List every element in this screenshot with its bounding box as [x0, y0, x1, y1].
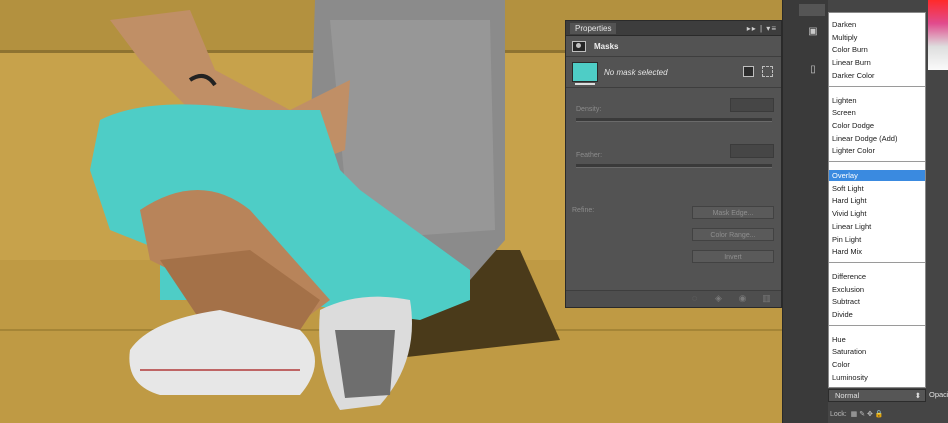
menu-separator	[829, 161, 925, 162]
blend-mode-option[interactable]: Lighter Color	[829, 145, 925, 156]
blend-mode-option[interactable]: Difference	[829, 271, 925, 282]
blend-mode-option[interactable]: Pin Light	[829, 234, 925, 245]
blend-mode-option[interactable]: Color Burn	[829, 44, 925, 55]
masks-section-label: Masks	[594, 41, 619, 51]
blend-mode-value: Normal	[835, 391, 860, 400]
vector-mask-icon[interactable]	[762, 66, 773, 77]
mask-status-text: No mask selected	[604, 67, 668, 77]
blend-mode-option[interactable]: Linear Light	[829, 221, 925, 232]
blend-mode-option[interactable]: Hard Mix	[829, 246, 925, 257]
blend-mode-option[interactable]: Hard Light	[829, 195, 925, 206]
blend-mode-option[interactable]: Lighten	[829, 95, 925, 106]
info-icon[interactable]: ▯	[805, 64, 821, 78]
properties-titlebar: Properties ▸▸ | ▾≡	[566, 21, 781, 36]
blend-mode-option[interactable]: Subtract	[829, 296, 925, 307]
blend-mode-option[interactable]: Screen	[829, 107, 925, 118]
blend-mode-option[interactable]: Multiply	[829, 32, 925, 43]
blend-mode-option[interactable]: Luminosity	[829, 372, 925, 383]
mask-edge-button[interactable]: Mask Edge...	[692, 206, 774, 219]
blend-mode-option[interactable]: Exclusion	[829, 284, 925, 295]
density-field: Density:	[566, 88, 781, 134]
selection-icon[interactable]: ◌	[690, 294, 699, 303]
apply-mask-icon[interactable]: ◈	[714, 294, 723, 303]
pixel-mask-icon[interactable]	[743, 66, 754, 77]
blend-mode-select[interactable]: Normal ⬍	[828, 389, 926, 402]
feather-field: Feather:	[566, 134, 781, 180]
blend-mode-option[interactable]: Darker Color	[829, 70, 925, 81]
blend-mode-menu[interactable]: Darken Multiply Color Burn Linear Burn Darke…	[828, 12, 926, 388]
adjustments-icon[interactable]: ▣	[805, 26, 821, 40]
feather-label: Feather:	[576, 152, 603, 159]
menu-separator	[829, 85, 925, 87]
lock-label: Lock:	[830, 411, 847, 418]
density-slider[interactable]	[576, 118, 772, 122]
density-input[interactable]	[730, 98, 774, 112]
mask-status-row: No mask selected	[566, 57, 781, 88]
blend-mode-option[interactable]: Soft Light	[829, 183, 925, 194]
blend-mode-option[interactable]: Color Dodge	[829, 120, 925, 131]
blend-mode-option[interactable]: Divide	[829, 309, 925, 320]
menu-separator	[829, 261, 925, 263]
chevron-updown-icon: ⬍	[914, 391, 921, 400]
feather-slider[interactable]	[576, 164, 772, 168]
feather-input[interactable]	[730, 144, 774, 158]
locks-row: Lock: ▦ ✎ ✥ 🔒	[830, 410, 884, 418]
masks-header: Masks	[566, 36, 781, 57]
blend-mode-option[interactable]: Linear Dodge (Add)	[829, 133, 925, 144]
properties-footer: ◌ ◈ ◉ ▥	[566, 290, 781, 307]
properties-panel: Properties ▸▸ | ▾≡ Masks No mask selecte…	[565, 20, 782, 308]
color-range-button[interactable]: Color Range...	[692, 228, 774, 241]
refine-label: Refine:	[572, 207, 595, 214]
lock-icons[interactable]: ▦ ✎ ✥ 🔒	[849, 411, 884, 418]
toggle-mask-icon[interactable]: ◉	[738, 294, 747, 303]
blend-mode-option[interactable]: Color	[829, 359, 925, 370]
menu-separator	[829, 324, 925, 326]
blend-mode-option[interactable]: Overlay	[829, 170, 925, 181]
density-label: Density:	[576, 106, 602, 113]
properties-tab[interactable]: Properties	[570, 22, 617, 34]
dock-collapse[interactable]	[799, 4, 825, 16]
panel-menu-icon[interactable]: ▸▸ | ▾≡	[747, 24, 777, 33]
blend-mode-option[interactable]: Hue	[829, 334, 925, 345]
opacity-label: Opacity	[929, 390, 948, 399]
blend-mode-option[interactable]: Saturation	[829, 346, 925, 357]
mask-color-swatch[interactable]	[572, 62, 598, 85]
blend-mode-option[interactable]: Linear Burn	[829, 57, 925, 68]
swatches-strip[interactable]	[928, 0, 948, 70]
invert-button[interactable]: Invert	[692, 250, 774, 263]
blend-mode-option[interactable]: Darken	[829, 19, 925, 30]
blend-mode-option[interactable]: Vivid Light	[829, 208, 925, 219]
trash-icon[interactable]: ▥	[762, 294, 771, 303]
mask-icon	[572, 40, 586, 52]
panel-dock: ▣ ▯	[782, 0, 829, 423]
